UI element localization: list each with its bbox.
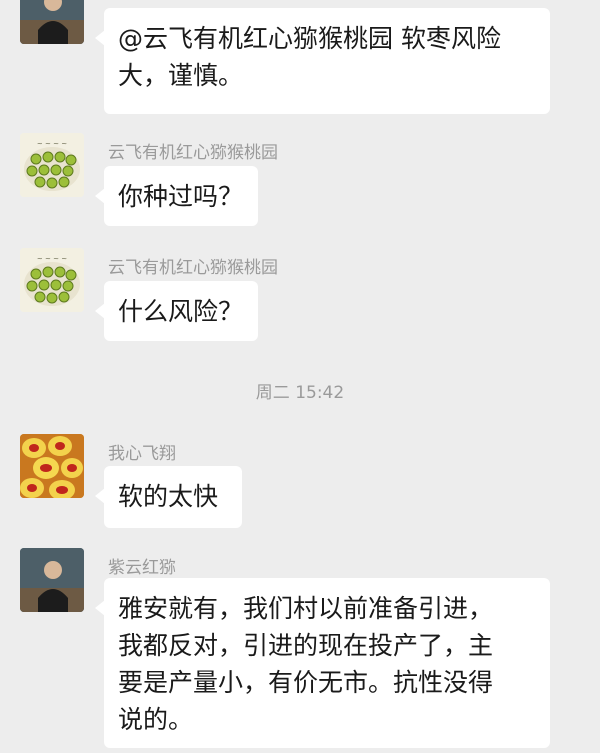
sender-avatar[interactable] [20,548,84,612]
message-bubble[interactable]: 什么风险？ [95,281,258,341]
sender-name: 我心飞翔 [108,444,176,464]
message-line: @云飞有机红心猕猴桃园 软枣风险 [118,24,501,53]
message-bubble[interactable]: @云飞有机红心猕猴桃园 软枣风险 大，谨慎。 [95,8,550,114]
message-line: 我都反对，引进的现在投产了，主 [118,631,494,660]
svg-text:~ ~ ~ ~: ~ ~ ~ ~ [37,255,67,263]
message-line: 软的太快 [118,482,219,511]
sender-avatar[interactable]: ~ ~ ~ ~ [20,133,84,197]
red-kiwi-avatar-icon [20,434,84,498]
sender-avatar[interactable] [20,434,84,498]
person-avatar-icon [20,0,84,44]
message-line: 什么风险？ [118,297,244,326]
message-line: 你种过吗？ [118,182,244,211]
sender-avatar[interactable] [20,0,84,44]
timestamp: 周二 15:42 [255,383,345,403]
sender-name: 云飞有机红心猕猴桃园 [108,143,278,163]
sender-avatar[interactable]: ~ ~ ~ ~ [20,248,84,312]
message-line: 要是产量小，有价无市。抗性没得 [118,668,494,697]
sender-name: 紫云红猕 [108,558,176,578]
message-line: 说的。 [118,705,194,734]
sender-name: 云飞有机红心猕猴桃园 [108,258,278,278]
message-bubble[interactable]: 你种过吗？ [95,166,258,226]
kiwi-plate-avatar-icon: ~ ~ ~ ~ [20,248,84,312]
message-bubble[interactable]: 雅安就有，我们村以前准备引进， 我都反对，引进的现在投产了，主 要是产量小，有价… [95,578,550,748]
kiwi-plate-avatar-icon: ~ ~ ~ ~ [20,133,84,197]
message-line: 雅安就有，我们村以前准备引进， [118,594,494,623]
svg-text:~ ~ ~ ~: ~ ~ ~ ~ [37,140,67,148]
person-avatar-icon [20,548,84,612]
message-line: 大，谨慎。 [118,61,244,90]
message-bubble[interactable]: 软的太快 [95,466,242,528]
